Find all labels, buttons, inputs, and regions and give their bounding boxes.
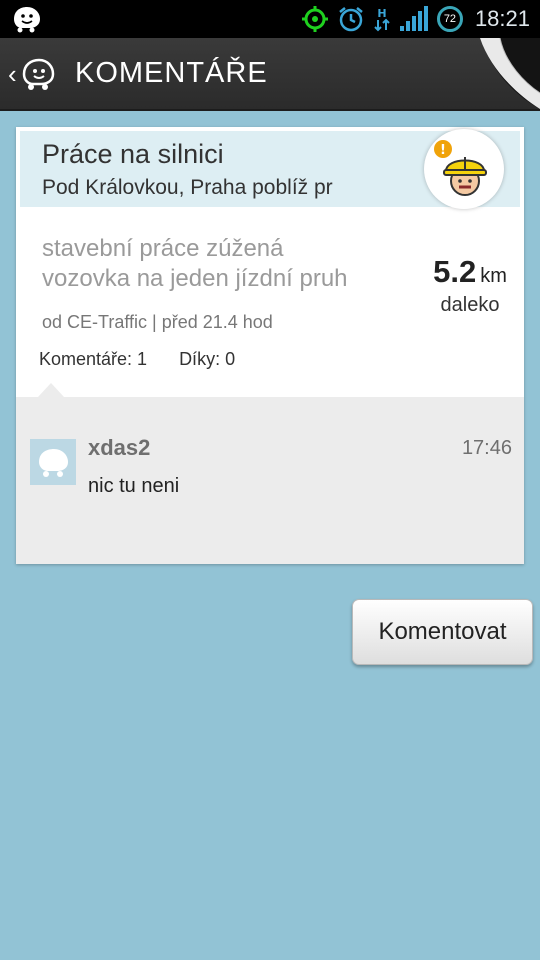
alarm-icon (339, 7, 363, 32)
comment-text: nic tu neni (88, 475, 180, 497)
avatar (30, 439, 76, 485)
alert-type: Práce na silnici (42, 139, 224, 169)
back-button[interactable]: ‹ (8, 52, 68, 96)
comment-username: xdas2 (88, 435, 151, 460)
distance-unit: km (480, 265, 507, 287)
alert-street: Pod Královkou, Praha poblíž pr (42, 176, 333, 199)
hspa-data-icon: H (374, 7, 390, 32)
alert-counts: Komentáře: 1 Díky: 0 (39, 349, 235, 370)
comment-button[interactable]: Komentovat (352, 599, 533, 665)
comments-count: Komentáře: 1 (39, 349, 148, 369)
chevron-left-icon: ‹ (8, 59, 17, 89)
description-line: stavební práce zúžená (42, 235, 284, 262)
distance-value: 5.2 (433, 254, 477, 289)
comments-pointer (38, 383, 64, 397)
svg-text:!: ! (440, 143, 446, 158)
title-bar: ‹ KOMENTÁŘE (0, 38, 540, 111)
distance-block: 5.2 km daleko (420, 254, 520, 317)
signal-icon (399, 6, 428, 31)
distance-label: daleko (440, 294, 500, 316)
alert-description: stavební práce zúžená vozovka na jeden j… (42, 234, 402, 294)
description-line: vozovka na jeden jízdní pruh (42, 265, 348, 292)
thanks-count: Díky: 0 (179, 349, 236, 369)
battery-level: 72 (443, 13, 457, 25)
waze-user-icon (39, 449, 68, 477)
comments-area: xdas2 17:46 nic tu neni (16, 383, 524, 564)
waze-logo-icon (22, 58, 54, 90)
waze-icon (14, 7, 40, 33)
alert-source: od CE-Traffic | před 21.4 hod (42, 312, 273, 332)
comment-time: 17:46 (461, 437, 512, 459)
page-curl-icon[interactable] (480, 38, 540, 109)
svg-text:H: H (377, 7, 386, 20)
construction-worker-icon: ! (424, 129, 504, 209)
battery-icon: 72 (436, 6, 463, 32)
page-title: KOMENTÁŘE (75, 57, 268, 89)
status-bar: H 72 18:21 (0, 0, 540, 38)
gps-icon (301, 6, 328, 32)
status-time: 18:21 (474, 6, 530, 31)
alert-card: Práce na silnici Pod Královkou, Praha po… (16, 127, 524, 564)
